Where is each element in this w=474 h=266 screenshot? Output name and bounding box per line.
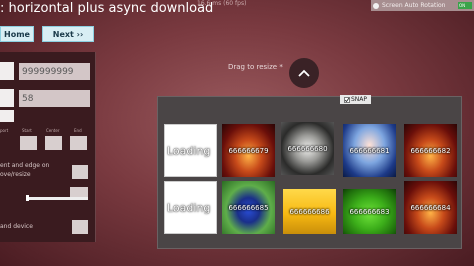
settings-panel: 999999999 58 port Start Center End ent a…: [0, 52, 96, 242]
rotation-toggle-bar[interactable]: Screen Auto Rotation ON: [371, 0, 474, 11]
align-end-button[interactable]: [70, 136, 87, 150]
drag-hint: Drag to resize *: [228, 63, 283, 71]
rotation-label: Screen Auto Rotation: [382, 2, 446, 9]
item-size-field[interactable]: 58: [19, 90, 90, 107]
align-center-button[interactable]: [45, 136, 62, 150]
home-button[interactable]: Home: [0, 26, 34, 42]
grid-cell[interactable]: Loading: [164, 124, 217, 177]
resize-label: ove/resize: [0, 171, 31, 178]
page-title: : horizontal plus async download: [0, 1, 214, 16]
snap-label: SNAP: [350, 96, 368, 103]
grid-cell[interactable]: 666666684: [404, 181, 457, 234]
device-label: and device: [0, 223, 33, 230]
option-toggle[interactable]: [0, 110, 14, 122]
port-label: port: [0, 128, 9, 133]
snap-toggle[interactable]: SNAP: [340, 95, 371, 104]
next-button[interactable]: Next ››: [42, 26, 94, 42]
center-label: Center: [46, 128, 60, 133]
field2-handle[interactable]: [0, 89, 14, 107]
rotation-toggle[interactable]: ON: [458, 2, 472, 9]
grid-cell[interactable]: 666666681: [343, 124, 396, 177]
end-label: End: [74, 128, 82, 133]
fps-counter: 16.6 ms (60 fps): [197, 0, 247, 7]
scroll-up-button[interactable]: [289, 58, 319, 88]
grid-cell[interactable]: 666666680: [281, 122, 334, 175]
device-checkbox[interactable]: [72, 220, 88, 234]
slider-track[interactable]: [26, 197, 88, 200]
slider-knob[interactable]: [26, 195, 29, 201]
items-grid: Loading 666666679 666666680 666666681 66…: [157, 96, 462, 249]
num-items-field[interactable]: 999999999: [19, 63, 90, 80]
start-label: Start: [22, 128, 32, 133]
edge-label: ent and edge on: [0, 162, 50, 169]
grid-cell[interactable]: Loading: [164, 181, 217, 234]
align-start-button[interactable]: [20, 136, 37, 150]
grid-cell[interactable]: 666666683: [343, 189, 396, 234]
chevron-up-icon: [298, 69, 310, 77]
field1-handle[interactable]: [0, 62, 14, 80]
grid-cell[interactable]: 666666685: [222, 181, 275, 234]
edge-checkbox[interactable]: [72, 165, 88, 179]
grid-cell[interactable]: 666666686: [283, 189, 336, 234]
grid-cell[interactable]: 666666682: [404, 124, 457, 177]
checkbox-icon: [344, 96, 350, 103]
rotation-icon: [373, 2, 379, 9]
grid-cell[interactable]: 666666679: [222, 124, 275, 177]
